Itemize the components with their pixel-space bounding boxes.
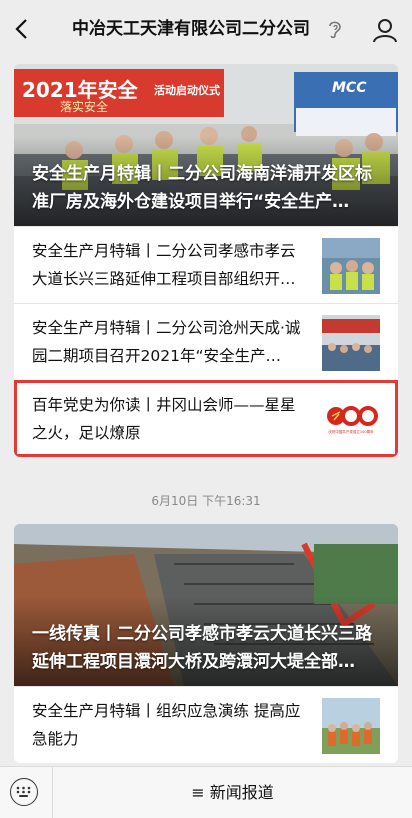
thumbnail-image	[322, 315, 380, 371]
list-item-highlighted[interactable]: 百年党史为你读丨井冈山会师——星星之火，足以燎原 庆祝中国共产党成立100周年	[14, 380, 398, 457]
cover-banner-right: 活动启动仪式	[154, 84, 220, 97]
cover-caption: 安全生产月特辑丨二分公司海南洋浦开发区标准厂房及海外仓建设项目举行“安全生产…	[32, 164, 372, 212]
ear-icon[interactable]	[326, 18, 344, 40]
keyboard-icon	[16, 786, 31, 797]
page-title: 中冶天工天津有限公司二分公司	[72, 19, 310, 39]
timestamp: 6月10日 下午16:31	[151, 494, 261, 508]
list-item-title: 百年党史为你读丨井冈山会师——星星之火，足以燎原	[32, 396, 296, 442]
cover-article[interactable]: 2021年安全 落实安全 活动启动仪式 MCC 安全生产月特辑丨二分公司海南洋浦…	[14, 64, 398, 226]
thumbnail-caption: 庆祝中国共产党成立100周年	[328, 430, 374, 434]
top-bar: 中冶天工天津有限公司二分公司	[0, 0, 412, 58]
party-emblem-icon	[327, 406, 378, 426]
article-card: 2021年安全 落实安全 活动启动仪式 MCC 安全生产月特辑丨二分公司海南洋浦…	[14, 64, 398, 457]
bottom-bar: ≡ 新闻报道	[0, 766, 412, 818]
list-item[interactable]: 安全生产月特辑丨二分公司沧州天成·诚园二期项目召开2021年“安全生产…	[14, 303, 398, 380]
cover-article[interactable]: 一线传真丨二分公司孝感市孝云大道长兴三路延伸工程项目澴河大桥及跨澴河大堤全部…	[14, 524, 398, 686]
cover-caption: 一线传真丨二分公司孝感市孝云大道长兴三路延伸工程项目澴河大桥及跨澴河大堤全部…	[32, 624, 372, 672]
person-icon[interactable]	[372, 17, 398, 43]
list-item-title: 安全生产月特辑丨组织应急演练 提高应急能力	[32, 702, 301, 748]
list-item-title: 安全生产月特辑丨二分公司沧州天成·诚园二期项目召开2021年“安全生产…	[32, 319, 301, 365]
thumbnail-image	[322, 238, 380, 294]
list-item-title: 安全生产月特辑丨二分公司孝感市孝云大道长兴三路延伸工程项目部组织开…	[32, 242, 296, 288]
list-item[interactable]: 安全生产月特辑丨二分公司孝感市孝云大道长兴三路延伸工程项目部组织开…	[14, 226, 398, 303]
news-menu-button[interactable]: ≡ 新闻报道	[53, 767, 412, 818]
cover-logo: MCC	[332, 80, 367, 96]
list-item[interactable]: 安全生产月特辑丨组织应急演练 提高应急能力	[14, 686, 398, 763]
chevron-left-icon	[15, 19, 27, 39]
article-card: 一线传真丨二分公司孝感市孝云大道长兴三路延伸工程项目澴河大桥及跨澴河大堤全部… …	[14, 524, 398, 763]
keyboard-toggle-button[interactable]	[10, 778, 38, 806]
party-anniversary-thumbnail: 庆祝中国共产党成立100周年	[322, 392, 380, 448]
cover-banner-sub: 落实安全	[60, 100, 109, 114]
thumbnail-image	[322, 698, 380, 754]
back-button[interactable]	[10, 14, 32, 44]
